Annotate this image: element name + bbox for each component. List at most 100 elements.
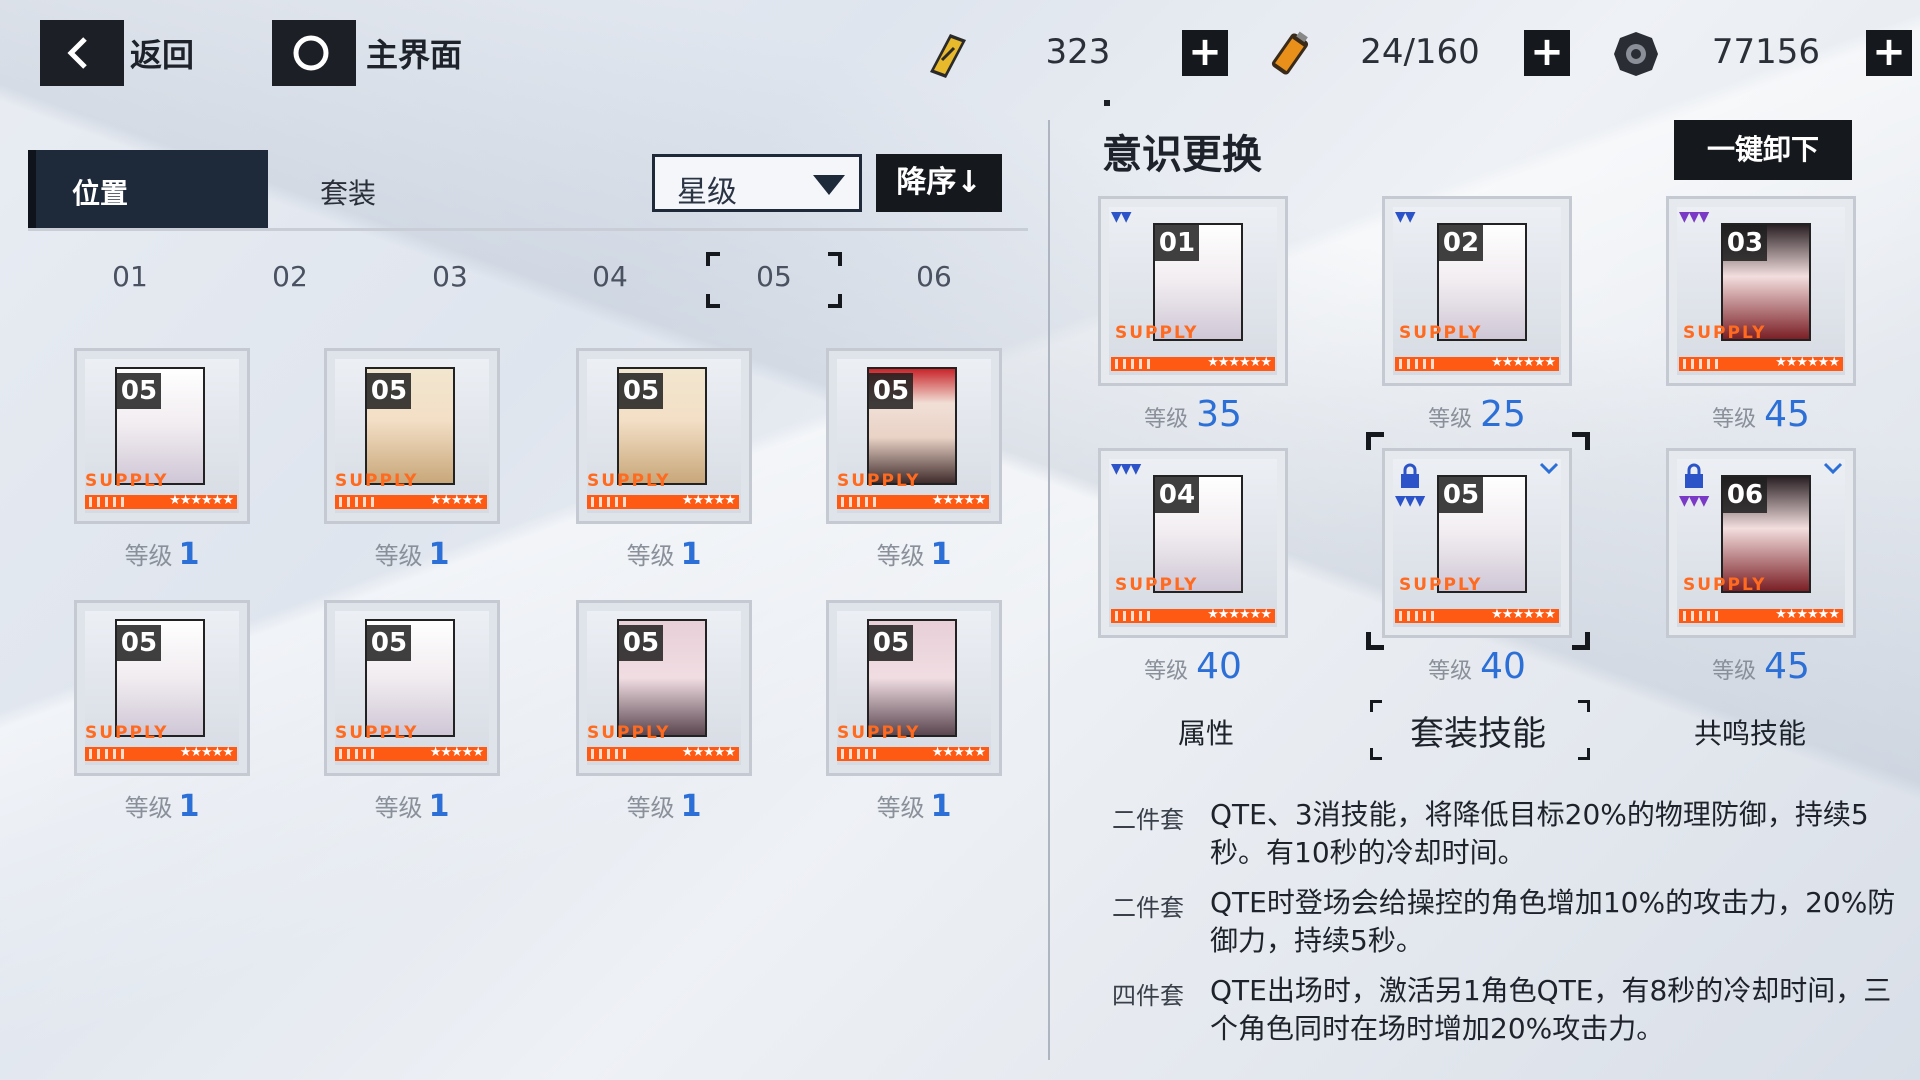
equipped-card-01[interactable]: 01 SUPPLY ★★★★★★ ▼▼	[1098, 196, 1288, 386]
sort-select[interactable]: 星级	[652, 154, 862, 212]
equipped-level: 等级 35	[1098, 394, 1288, 435]
tier-icon: ▼▼▼	[1111, 461, 1141, 477]
rarity-stars: ★★★★★	[179, 745, 234, 760]
subtab-attributes[interactable]: 属性	[1178, 712, 1234, 752]
slot-number: 04	[1155, 477, 1199, 513]
rarity-stars: ★★★★★	[429, 493, 484, 508]
equipped-card-03[interactable]: 03 SUPPLY ★★★★★★ ▼▼▼	[1666, 196, 1856, 386]
supply-label: SUPPLY	[85, 471, 169, 491]
supply-label: SUPPLY	[1115, 575, 1199, 595]
gear-coin-icon	[1614, 32, 1658, 76]
inventory-level: 等级 1	[74, 536, 250, 572]
level-value: 45	[1764, 646, 1810, 687]
unequip-all-button[interactable]: 一键卸下	[1674, 120, 1852, 180]
slot-number: 06	[1723, 477, 1767, 513]
rarity-stars: ★★★★★	[681, 745, 736, 760]
supply-label: SUPPLY	[85, 723, 169, 743]
position-tab-06[interactable]: 06	[884, 260, 984, 293]
inventory-card[interactable]: 05 SUPPLY ★★★★★	[826, 348, 1002, 524]
inventory-card[interactable]: 05 SUPPLY ★★★★★★	[74, 348, 250, 524]
add-coin-button[interactable]: +	[1866, 30, 1912, 76]
inventory-level: 等级 1	[324, 536, 500, 572]
rarity-stars: ★★★★★★	[169, 493, 234, 508]
rarity-bar: ★★★★★★	[1111, 355, 1275, 371]
level-label: 等级	[1428, 659, 1473, 684]
add-ticket-button[interactable]: +	[1182, 30, 1228, 76]
dropdown-triangle-icon	[813, 175, 845, 195]
sort-select-value: 星级	[677, 175, 737, 210]
inventory-card[interactable]: 05 SUPPLY ★★★★★	[826, 600, 1002, 776]
rarity-bar: ★★★★★	[85, 745, 237, 761]
level-value: 1	[680, 537, 702, 572]
level-label: 等级	[1144, 659, 1189, 684]
level-value: 40	[1196, 646, 1242, 687]
level-value: 1	[428, 537, 450, 572]
inventory-card[interactable]: 05 SUPPLY ★★★★★	[324, 348, 500, 524]
level-value: 1	[930, 537, 952, 572]
subtab-resonance-skills[interactable]: 共鸣技能	[1694, 712, 1806, 752]
inventory-card[interactable]: 05 SUPPLY ★★★★★	[324, 600, 500, 776]
level-value: 1	[680, 789, 702, 824]
level-value: 25	[1480, 394, 1526, 435]
level-label: 等级	[876, 542, 925, 570]
equipped-level: 等级 40	[1382, 646, 1572, 687]
rarity-stars: ★★★★★★	[1491, 355, 1556, 370]
skill-text: QTE出场时，激活另1角色QTE，有8秒的冷却时间，三个角色同时在场时增加20%…	[1210, 974, 1892, 1045]
rarity-stars: ★★★★★	[429, 745, 484, 760]
level-value: 1	[178, 789, 200, 824]
inventory-card[interactable]: 05 SUPPLY ★★★★★	[576, 600, 752, 776]
energy-battery-icon	[1271, 31, 1309, 75]
tab-set[interactable]: 套装	[320, 172, 376, 212]
inventory-card[interactable]: 05 SUPPLY ★★★★★	[74, 600, 250, 776]
slot-number: 05	[869, 625, 913, 661]
rarity-bar: ★★★★★★	[85, 493, 237, 509]
rarity-stars: ★★★★★★	[1207, 607, 1272, 622]
level-label: 等级	[374, 794, 423, 822]
ticket-value: 323	[1045, 32, 1111, 72]
equipped-card-02[interactable]: 02 SUPPLY ★★★★★★ ▼▼	[1382, 196, 1572, 386]
slot-number: 05	[117, 625, 161, 661]
skill-row: 四件套 QTE出场时，激活另1角色QTE，有8秒的冷却时间，三个角色同时在场时增…	[1112, 972, 1902, 1052]
tab-position[interactable]: 位置	[28, 150, 268, 230]
home-button[interactable]	[272, 20, 356, 86]
rarity-stars: ★★★★★	[681, 493, 736, 508]
resource-ticket: 323 +	[920, 20, 1240, 86]
supply-label: SUPPLY	[837, 471, 921, 491]
skill-text: QTE、3消技能，将降低目标20%的物理防御，持续5秒。有10秒的冷却时间。	[1210, 798, 1869, 869]
tier-icon: ▼▼	[1395, 209, 1416, 225]
panel-divider	[1048, 120, 1050, 1060]
rarity-bar: ★★★★★★	[1679, 607, 1843, 623]
sort-order-button[interactable]: 降序↓	[876, 154, 1002, 212]
level-value: 40	[1480, 646, 1526, 687]
level-label: 等级	[1144, 407, 1189, 432]
supply-label: SUPPLY	[837, 723, 921, 743]
home-label[interactable]: 主界面	[366, 30, 462, 76]
lock-icon	[1685, 463, 1703, 488]
position-tab-03[interactable]: 03	[400, 260, 500, 293]
back-button[interactable]	[40, 20, 124, 86]
chevron-left-icon	[67, 37, 87, 69]
rarity-stars: ★★★★★★	[1207, 355, 1272, 370]
rarity-bar: ★★★★★	[587, 745, 739, 761]
chevron-down-icon	[1823, 462, 1843, 475]
equipped-level: 等级 45	[1666, 646, 1856, 687]
equipped-level: 等级 40	[1098, 646, 1288, 687]
equipped-card-04[interactable]: 04 SUPPLY ★★★★★★ ▼▼▼	[1098, 448, 1288, 638]
inventory-card[interactable]: 05 SUPPLY ★★★★★	[576, 348, 752, 524]
circle-home-icon	[293, 35, 329, 71]
level-value: 1	[428, 789, 450, 824]
equipped-card-06[interactable]: 06 SUPPLY ★★★★★★ ▼▼▼	[1666, 448, 1856, 638]
coin-value: 77156	[1711, 32, 1821, 72]
position-tab-01[interactable]: 01	[80, 260, 180, 293]
add-energy-button[interactable]: +	[1524, 30, 1570, 76]
slot-number: 05	[619, 625, 663, 661]
position-tab-04[interactable]: 04	[560, 260, 660, 293]
tier-icon: ▼▼▼	[1679, 209, 1709, 225]
inventory-level: 等级 1	[826, 536, 1002, 572]
rarity-stars: ★★★★★	[931, 493, 986, 508]
panel-title: 意识更换	[1102, 132, 1262, 178]
position-tab-02[interactable]: 02	[240, 260, 340, 293]
resource-coin: 77156 +	[1608, 20, 1920, 86]
level-label: 等级	[1712, 659, 1757, 684]
back-label[interactable]: 返回	[130, 30, 194, 76]
